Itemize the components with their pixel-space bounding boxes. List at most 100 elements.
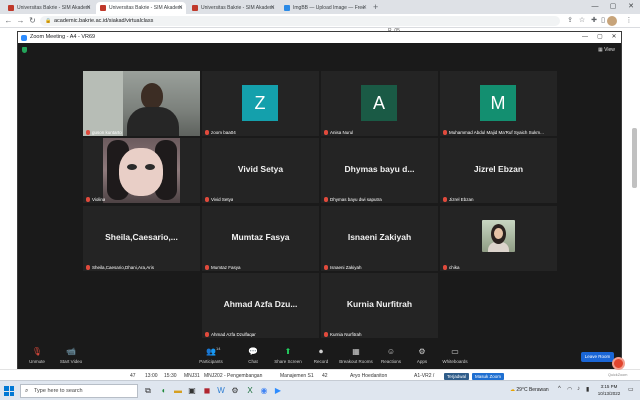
tab-title: ImgBB — Upload Image — Free — [293, 5, 365, 11]
close-tab-icon[interactable]: ✕ — [362, 2, 367, 14]
wifi-icon[interactable]: ◠ — [567, 386, 572, 393]
university-favicon-icon — [100, 5, 106, 11]
participant-tile[interactable]: Ahmad Azfa Dzu... Ahmad Azfa Dzulfaqar — [202, 273, 319, 338]
browser-menu-icon[interactable]: ⋮ — [624, 16, 634, 26]
taskbar-search-box[interactable]: ⌕ Type here to search — [20, 384, 138, 398]
muted-mic-icon — [86, 265, 90, 270]
reload-icon[interactable]: ↻ — [27, 14, 38, 28]
office-app-icon[interactable]: ◼ — [201, 385, 213, 397]
participant-name-label: Isnaeni Zakiyah — [324, 265, 362, 270]
participant-tile[interactable]: Isnaeni Zakiyah Isnaeni Zakiyah — [321, 206, 438, 271]
record-button[interactable]: ⏺ Record — [304, 347, 338, 364]
profile-avatar[interactable] — [607, 16, 617, 26]
share-screen-icon: ⬆ — [284, 347, 292, 356]
tray-chevron-icon[interactable]: ^ — [558, 386, 561, 392]
participant-tile[interactable]: M Muhammad Abdul Majid Ma'Ruf Syaich Suk… — [440, 71, 557, 136]
muted-mic-icon — [205, 130, 209, 135]
volume-icon[interactable]: ♪ — [577, 386, 580, 392]
join-zoom-button[interactable]: Masuk Zoom — [472, 373, 505, 380]
participant-tile[interactable]: Sheila,Caesario,... Sheila,Caesario,Dhan… — [83, 206, 200, 271]
unmute-button[interactable]: 🎙 Unmute — [20, 347, 54, 364]
apps-button[interactable]: ⚙ Apps — [405, 347, 439, 364]
view-label: View — [604, 47, 615, 53]
share-screen-button[interactable]: ⬆ Share Screen — [271, 347, 305, 364]
zoom-app-icon[interactable]: ▶ — [272, 385, 284, 397]
chat-button[interactable]: 💬 Chat — [236, 347, 270, 364]
participant-tile[interactable]: Violina — [83, 138, 200, 203]
close-tab-icon[interactable]: ✕ — [270, 2, 275, 14]
page-scrollbar[interactable] — [632, 128, 637, 188]
breakout-rooms-button[interactable]: ▦ Breakout Rooms — [339, 347, 373, 364]
close-tab-icon[interactable]: ✕ — [178, 2, 183, 14]
minimize-window-icon[interactable]: — — [586, 0, 604, 14]
participant-tile-video[interactable]: guson kuntarto — [83, 71, 200, 136]
edge-browser-icon[interactable]: ◐ — [158, 385, 170, 397]
file-explorer-icon[interactable]: ▬ — [172, 385, 184, 397]
zoom-close-icon[interactable]: ✕ — [607, 32, 621, 43]
muted-mic-icon — [86, 197, 90, 202]
browser-tab-active[interactable]: Universitas Bakrie - SIM Akadem ✕ — [96, 2, 186, 14]
share-icon[interactable]: ⇪ — [565, 16, 575, 26]
start-video-button[interactable]: 📹 Start Video — [54, 347, 88, 364]
reactions-button[interactable]: ☺ Reactions — [374, 347, 408, 364]
task-view-icon[interactable]: ⧉ — [142, 385, 154, 397]
muted-mic-icon — [324, 265, 328, 270]
quickzoom-floating-button[interactable] — [612, 357, 625, 370]
unmute-label: Unmute — [29, 359, 45, 364]
weather-widget[interactable]: ☁ 29°C Berawan — [510, 387, 549, 393]
muted-mic-icon — [205, 197, 209, 202]
participant-tile[interactable]: chika — [440, 206, 557, 271]
apps-label: Apps — [416, 359, 428, 364]
participant-tile[interactable]: Mumtaz Fasya Mumtaz Fasya — [202, 206, 319, 271]
participant-tile[interactable]: Z zoom baa04 — [202, 71, 319, 136]
back-arrow-icon[interactable]: ← — [3, 14, 14, 28]
muted-microphone-icon: 🎙 — [31, 347, 43, 356]
reactions-label: Reactions — [380, 359, 401, 364]
participant-name-label: Jizrel Ebzan — [443, 197, 474, 202]
chrome-icon[interactable]: ◉ — [258, 385, 270, 397]
new-tab-button[interactable]: + — [373, 2, 378, 13]
participant-display-name: Ahmad Azfa Dzu... — [223, 299, 298, 309]
close-tab-icon[interactable]: ✕ — [86, 2, 91, 14]
muted-mic-icon — [205, 332, 209, 337]
muted-mic-icon — [443, 197, 447, 202]
battery-icon[interactable]: ▮ — [586, 386, 589, 393]
muted-mic-icon — [443, 265, 447, 270]
browser-tab-bar: Universitas Bakrie - SIM Akadem ✕ Univer… — [0, 0, 640, 14]
participant-tile[interactable]: Kurnia Nurfitrah Kurnia Nurfitrah — [321, 273, 438, 338]
participant-name-label: guson kuntarto — [86, 130, 122, 135]
participant-tile[interactable]: Dhymas bayu d... Dhymas bayu dwi saputra — [321, 138, 438, 203]
browser-tab[interactable]: ImgBB — Upload Image — Free ✕ — [280, 2, 370, 14]
weather-text: 29°C Berawan — [516, 387, 549, 393]
view-button[interactable]: ▦ View — [598, 47, 615, 53]
participant-tile[interactable]: Jizrel Ebzan Jizrel Ebzan — [440, 138, 557, 203]
zoom-minimize-icon[interactable]: — — [578, 32, 592, 43]
leave-room-button[interactable]: Leave Room — [581, 352, 614, 362]
participant-name-label: Mumtaz Fasya — [205, 265, 241, 270]
tab-title: Universitas Bakrie - SIM Akadem — [201, 5, 275, 11]
row-room: A1-VR2 / — [414, 373, 435, 379]
muted-mic-icon — [324, 130, 328, 135]
windows-start-icon[interactable] — [4, 386, 14, 396]
maximize-window-icon[interactable]: ▢ — [604, 0, 622, 14]
bookmark-star-icon[interactable]: ☆ — [577, 16, 587, 26]
participant-name-label: Dhymas bayu dwi saputra — [324, 197, 382, 202]
settings-gear-icon[interactable]: ⚙ — [229, 385, 241, 397]
security-shield-icon[interactable] — [22, 47, 27, 53]
close-window-icon[interactable]: ✕ — [622, 0, 640, 14]
whiteboards-button[interactable]: ▭ Whiteboards — [438, 347, 472, 364]
whiteboard-icon: ▭ — [451, 347, 459, 356]
store-icon[interactable]: ▣ — [186, 385, 198, 397]
excel-icon[interactable]: X — [244, 385, 256, 397]
participants-button[interactable]: 👥 14 Participants — [194, 346, 228, 364]
participant-tile[interactable]: Vivid Setya Vivid Setya — [202, 138, 319, 203]
browser-tab[interactable]: Universitas Bakrie - SIM Akadem ✕ — [4, 2, 94, 14]
participant-tile[interactable]: A Anisa Nurul — [321, 71, 438, 136]
forward-arrow-icon[interactable]: → — [15, 14, 26, 28]
zoom-maximize-icon[interactable]: ▢ — [593, 32, 607, 43]
address-bar[interactable]: 🔒 academic.bakrie.ac.id/siakad/virtualcl… — [40, 16, 560, 26]
notifications-icon[interactable]: ▭ — [628, 386, 634, 393]
system-clock[interactable]: 3:15 PM 10/13/2022 — [594, 384, 624, 397]
browser-tab[interactable]: Universitas Bakrie - SIM Akadem ✕ — [188, 2, 278, 14]
word-icon[interactable]: W — [215, 385, 227, 397]
